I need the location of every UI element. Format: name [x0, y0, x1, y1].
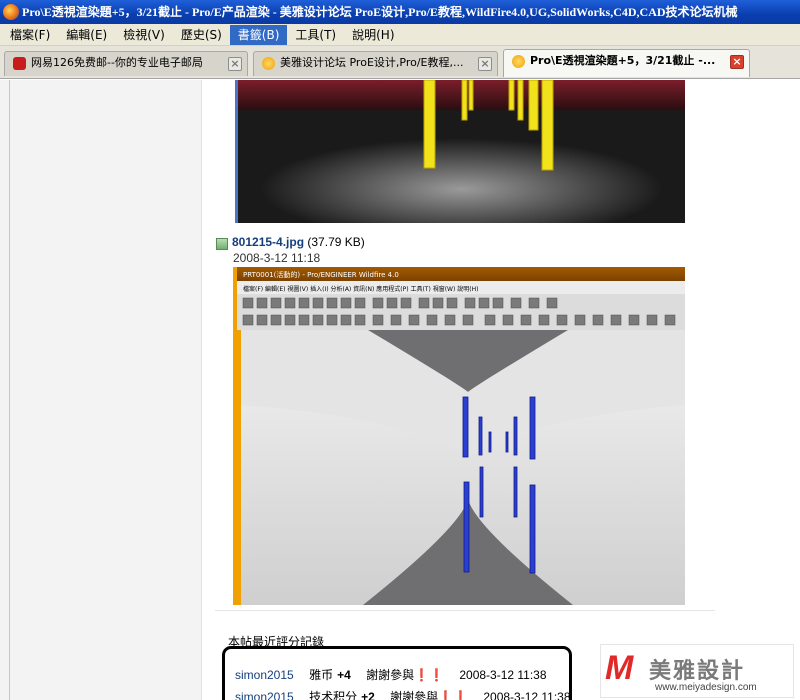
- bulb-icon: [262, 57, 275, 70]
- meiya-design-logo: M 美雅設計 www.meiyadesign.com: [600, 644, 794, 698]
- menu-file[interactable]: 檔案(F): [2, 25, 58, 45]
- attachment-image-2[interactable]: PRT0001(活動的) - Pro/ENGINEER Wildfire 4.0…: [233, 267, 685, 605]
- rater-username[interactable]: simon2015: [235, 690, 294, 700]
- rating-row: simon2015 技术积分 +2 謝謝參與❗❗ 2008-3-12 11:38: [235, 688, 571, 700]
- score-value: +4: [337, 668, 351, 682]
- rating-reason: 謝謝參與❗❗: [366, 668, 444, 682]
- logo-url: www.meiyadesign.com: [655, 682, 757, 693]
- rating-log: simon2015 雅币 +4 謝謝參與❗❗ 2008-3-12 11:38 si…: [222, 646, 572, 700]
- menu-bar: 檔案(F) 編輯(E) 檢視(V) 歷史(S) 書籤(B) 工具(T) 說明(H…: [0, 24, 800, 46]
- score-name: 技术积分: [309, 690, 358, 700]
- close-tab-icon[interactable]: ×: [730, 55, 744, 69]
- image-file-icon: [216, 238, 228, 250]
- attachment-info: 801215-4.jpg (37.79 KB): [232, 235, 365, 249]
- attachment-size: (37.79 KB): [307, 235, 365, 249]
- logo-name: 美雅設計: [649, 659, 746, 684]
- bulb-icon: [512, 55, 525, 68]
- menu-bookmarks[interactable]: 書籤(B): [229, 24, 288, 45]
- close-tab-icon[interactable]: ×: [228, 57, 242, 71]
- tab-label: 网易126免费邮--你的专业电子邮局: [31, 56, 203, 69]
- window-title-bar: Pro\E透視渲染題+5，3/21截止 - Pro/E产品渲染 - 美雅设计论坛…: [0, 0, 800, 24]
- attachment-filename-link[interactable]: 801215-4.jpg: [232, 235, 304, 249]
- tab-126-mail[interactable]: 网易126免费邮--你的专业电子邮局 ×: [4, 51, 248, 76]
- post-divider: [215, 610, 715, 611]
- attachment-date: 2008-3-12 11:18: [233, 251, 321, 265]
- tab-meiya-forum[interactable]: 美雅设计论坛 ProE设计,Pro/E教程,... ×: [253, 51, 498, 76]
- menu-view[interactable]: 檢視(V): [115, 25, 173, 45]
- close-tab-icon[interactable]: ×: [478, 57, 492, 71]
- post-author-column: [0, 80, 202, 700]
- menu-edit[interactable]: 編輯(E): [58, 25, 115, 45]
- tab-bar: 网易126免费邮--你的专业电子邮局 × 美雅设计论坛 ProE设计,Pro/E…: [0, 46, 800, 79]
- proe-window-title: PRT0001(活動的) - Pro/ENGINEER Wildfire 4.0: [243, 270, 399, 279]
- rater-username[interactable]: simon2015: [235, 668, 294, 682]
- score-name: 雅币: [309, 668, 334, 682]
- logo-mark: M: [605, 649, 634, 687]
- attachment-image-1[interactable]: [235, 80, 685, 223]
- tab-current-thread[interactable]: Pro\E透視渲染題+5，3/21截止 -... ×: [503, 49, 750, 77]
- proe-menu: 檔案(F) 編輯(E) 視圖(V) 插入(I) 分析(A) 資訊(N) 應用程式…: [243, 285, 478, 293]
- page-content: 801215-4.jpg (37.79 KB) 2008-3-12 11:18 …: [0, 80, 800, 700]
- menu-tools[interactable]: 工具(T): [287, 25, 344, 45]
- tab-label: Pro\E透視渲染題+5，3/21截止 -...: [530, 54, 716, 67]
- rating-reason: 謝謝參與❗❗: [390, 690, 468, 700]
- rating-time: 2008-3-12 11:38: [483, 690, 571, 700]
- rating-time: 2008-3-12 11:38: [459, 668, 547, 682]
- score-value: +2: [361, 690, 375, 700]
- rating-row: simon2015 雅币 +4 謝謝參與❗❗ 2008-3-12 11:38: [235, 666, 559, 683]
- column-divider: [9, 80, 10, 700]
- tab-label: 美雅设计论坛 ProE设计,Pro/E教程,...: [280, 56, 464, 69]
- firefox-icon: [3, 4, 19, 20]
- mail-icon: [13, 57, 26, 70]
- menu-history[interactable]: 歷史(S): [173, 25, 230, 45]
- window-title: Pro\E透視渲染題+5，3/21截止 - Pro/E产品渲染 - 美雅设计论坛…: [22, 5, 738, 19]
- menu-help[interactable]: 說明(H): [344, 25, 402, 45]
